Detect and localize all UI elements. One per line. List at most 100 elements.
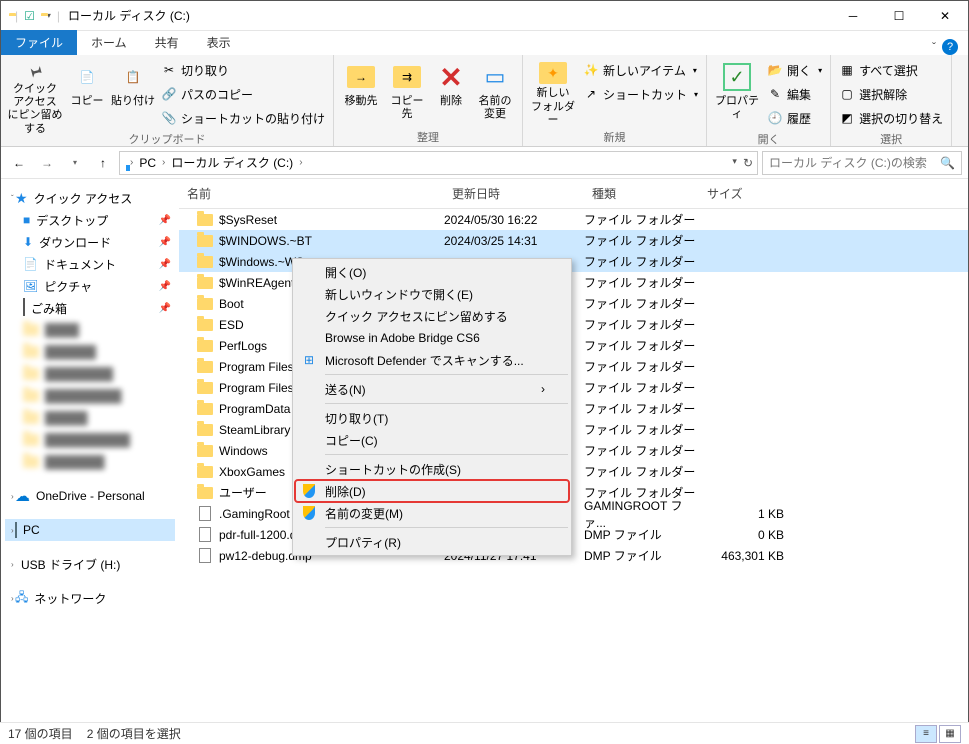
nav-recent-item[interactable]: ██████████ <box>5 429 175 451</box>
close-button[interactable]: ✕ <box>922 1 968 31</box>
nav-quick-access[interactable]: ˇ★クイック アクセス <box>5 187 175 209</box>
delete-button[interactable]: ✕削除 <box>432 57 470 127</box>
pin-icon: 📌 <box>159 281 171 292</box>
nav-desktop[interactable]: ■デスクトップ📌 <box>5 209 175 231</box>
nav-pc[interactable]: ›PC <box>5 519 175 541</box>
nav-usb[interactable]: ›USB ドライブ (H:) <box>5 553 175 575</box>
item-type: ファイル フォルダー <box>584 316 699 333</box>
menu-properties[interactable]: プロパティ(R) <box>295 531 569 553</box>
copy-path-button[interactable]: 🔗パスのコピー <box>159 83 327 105</box>
folder-icon <box>23 434 39 446</box>
menu-send-to[interactable]: 送る(N)› <box>295 378 569 400</box>
menu-defender[interactable]: ⊞Microsoft Defender でスキャンする... <box>295 349 569 371</box>
item-type: ファイル フォルダー <box>584 253 699 270</box>
forward-button[interactable]: → <box>35 151 59 175</box>
tab-file[interactable]: ファイル <box>1 30 77 55</box>
delete-icon: ✕ <box>439 61 462 94</box>
nav-recent-item[interactable]: ████████ <box>5 363 175 385</box>
menu-separator <box>325 454 568 455</box>
tab-share[interactable]: 共有 <box>141 30 193 55</box>
menu-rename[interactable]: 名前の変更(M) <box>295 502 569 524</box>
nav-recent-item[interactable]: █████ <box>5 407 175 429</box>
up-button[interactable]: ↑ <box>91 151 115 175</box>
refresh-icon[interactable]: ↻ <box>743 156 753 170</box>
column-size[interactable]: サイズ <box>699 185 789 202</box>
move-to-button[interactable]: →移動先 <box>340 57 382 127</box>
search-input[interactable]: ローカル ディスク (C:)の検索 🔍 <box>762 151 962 175</box>
menu-delete[interactable]: 削除(D) <box>295 480 569 502</box>
nav-recent-item[interactable]: ██████ <box>5 341 175 363</box>
nav-network[interactable]: ›🖧ネットワーク <box>5 587 175 609</box>
nav-recent-item[interactable]: █████████ <box>5 385 175 407</box>
copy-to-button[interactable]: ⇉コピー先 <box>386 57 428 127</box>
cut-button[interactable]: ✂切り取り <box>159 59 327 81</box>
minimize-button[interactable]: ─ <box>830 1 876 31</box>
item-type: ファイル フォルダー <box>584 211 699 228</box>
paste-shortcut-button[interactable]: 📎ショートカットの貼り付け <box>159 107 327 129</box>
nav-downloads[interactable]: ⬇ダウンロード📌 <box>5 231 175 253</box>
chevron-right-icon[interactable]: › <box>295 157 306 168</box>
new-folder-icon: ✦ <box>539 62 567 84</box>
select-none-button[interactable]: ▢選択解除 <box>837 83 945 105</box>
nav-recent-item[interactable]: ███████ <box>5 451 175 473</box>
shortcut-icon: ↗ <box>583 86 599 102</box>
qat-separator: | <box>57 9 60 23</box>
folder-icon <box>197 254 213 270</box>
thumbnails-view-button[interactable]: ▦ <box>939 725 961 743</box>
details-view-button[interactable]: ≡ <box>915 725 937 743</box>
paste-icon: 📋 <box>117 61 149 93</box>
pin-quick-access-button[interactable]: クイック アクセス にピン留めする <box>7 57 63 127</box>
list-item[interactable]: $WINDOWS.~BT2024/03/25 14:31ファイル フォルダー <box>179 230 968 251</box>
list-item[interactable]: $SysReset2024/05/30 16:22ファイル フォルダー <box>179 209 968 230</box>
copy-button[interactable]: 📄 コピー <box>67 57 107 127</box>
new-item-button[interactable]: ✨新しいアイテム▾ <box>581 59 700 81</box>
folder-icon <box>23 368 39 380</box>
shield-icon <box>301 505 317 521</box>
maximize-button[interactable]: ☐ <box>876 1 922 31</box>
breadcrumb-drive[interactable]: ローカル ディスク (C:) <box>171 154 293 171</box>
select-all-button[interactable]: ▦すべて選択 <box>837 59 945 81</box>
nav-recent-item[interactable]: ████ <box>5 319 175 341</box>
copy-path-icon: 🔗 <box>161 86 177 102</box>
menu-bridge[interactable]: Browse in Adobe Bridge CS6 <box>295 327 569 349</box>
column-type[interactable]: 種類 <box>584 185 699 202</box>
properties-button[interactable]: ✓プロパティ <box>713 57 761 127</box>
menu-cut[interactable]: 切り取り(T) <box>295 407 569 429</box>
menu-copy[interactable]: コピー(C) <box>295 429 569 451</box>
pin-icon: 📌 <box>159 259 171 270</box>
pin-icon: 📌 <box>159 303 171 314</box>
help-icon[interactable]: ? <box>942 39 958 55</box>
history-button[interactable]: 🕘履歴 <box>765 107 824 129</box>
file-icon <box>197 548 213 564</box>
dropdown-icon[interactable]: ▾ <box>732 156 737 170</box>
breadcrumb[interactable]: › PC › ローカル ディスク (C:) › ▾ ↻ <box>119 151 758 175</box>
nav-pictures[interactable]: 🖼ピクチャ📌 <box>5 275 175 297</box>
ribbon: クイック アクセス にピン留めする 📄 コピー 📋 貼り付け ✂切り取り 🔗パス… <box>1 55 968 147</box>
folder-icon <box>197 464 213 480</box>
tab-view[interactable]: 表示 <box>193 30 245 55</box>
breadcrumb-pc[interactable]: PC <box>139 156 156 170</box>
shortcut-button[interactable]: ↗ショートカット▾ <box>581 83 700 105</box>
menu-open-new-window[interactable]: 新しいウィンドウで開く(E) <box>295 283 569 305</box>
checkbox-icon[interactable]: ☑ <box>24 9 35 23</box>
ribbon-collapse-icon[interactable]: ˇ <box>932 40 936 54</box>
address-bar: ← → ▾ ↑ › PC › ローカル ディスク (C:) › ▾ ↻ ローカル… <box>1 147 968 179</box>
column-name[interactable]: 名前 <box>179 185 444 202</box>
recent-button[interactable]: ▾ <box>63 151 87 175</box>
menu-pin-quick-access[interactable]: クイック アクセスにピン留めする <box>295 305 569 327</box>
edit-button[interactable]: ✎編集 <box>765 83 824 105</box>
nav-documents[interactable]: 📄ドキュメント📌 <box>5 253 175 275</box>
invert-selection-button[interactable]: ◩選択の切り替え <box>837 107 945 129</box>
tab-home[interactable]: ホーム <box>77 30 141 55</box>
back-button[interactable]: ← <box>7 151 31 175</box>
nav-recycle[interactable]: ごみ箱📌 <box>5 297 175 319</box>
paste-button[interactable]: 📋 貼り付け <box>111 57 155 127</box>
column-date[interactable]: 更新日時 <box>444 185 584 202</box>
rename-button[interactable]: ▭名前の 変更 <box>474 57 516 127</box>
chevron-right-icon[interactable]: › <box>158 157 169 168</box>
new-folder-button[interactable]: ✦新しい フォルダー <box>529 57 577 127</box>
menu-create-shortcut[interactable]: ショートカットの作成(S) <box>295 458 569 480</box>
open-button[interactable]: 📂開く▾ <box>765 59 824 81</box>
nav-onedrive[interactable]: ›☁OneDrive - Personal <box>5 485 175 507</box>
menu-open[interactable]: 開く(O) <box>295 261 569 283</box>
